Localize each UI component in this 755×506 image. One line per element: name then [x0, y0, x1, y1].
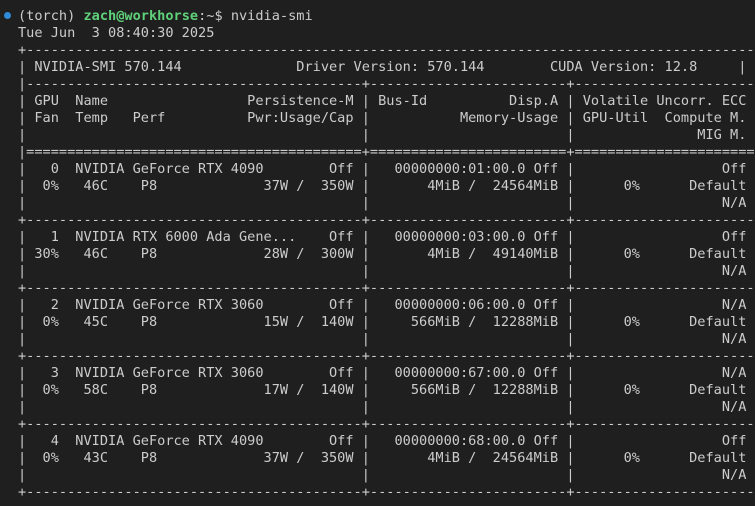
- gpu-1-line-3: | | | N/A |: [18, 263, 755, 279]
- gpu-3-line-1: | 3 NVIDIA GeForce RTX 3060 Off | 000000…: [18, 365, 755, 381]
- prompt-line: (torch) zach@workhorse:~$ nvidia-smi: [18, 8, 313, 25]
- gpu-2-line-2: | 0% 45C P8 15W / 140W | 566MiB / 12288M…: [18, 314, 755, 330]
- gpu-2-line-1: | 2 NVIDIA GeForce RTX 3060 Off | 000000…: [18, 297, 755, 313]
- smi-column-header-1: | GPU Name Persistence-M | Bus-Id Disp.A…: [18, 93, 755, 109]
- gpu-0-line-3: | | | N/A |: [18, 195, 755, 211]
- smi-border-top: +---------------------------------------…: [18, 42, 755, 58]
- gpu-4-line-1: | 4 NVIDIA GeForce RTX 4090 Off | 000000…: [18, 433, 755, 449]
- prompt-symbol: $: [214, 8, 231, 24]
- command-text: nvidia-smi: [230, 8, 313, 24]
- gpu-4-line-2: | 0% 43C P8 37W / 350W | 4MiB / 24564MiB…: [18, 450, 755, 466]
- user-host: zach@workhorse: [83, 8, 199, 24]
- prompt-status-dot-icon: [4, 12, 11, 19]
- conda-env: (torch): [18, 8, 84, 24]
- smi-double-divider: |=======================================…: [18, 144, 755, 160]
- smi-divider: |---------------------------------------…: [18, 76, 755, 92]
- gpu-4-line-3: | | | N/A |: [18, 467, 755, 483]
- smi-header: | NVIDIA-SMI 570.144 Driver Version: 570…: [18, 59, 747, 75]
- smi-border-bottom: +---------------------------------------…: [18, 484, 755, 500]
- prompt-path: :~: [198, 8, 215, 24]
- gpu-3-line-2: | 0% 58C P8 17W / 140W | 566MiB / 12288M…: [18, 382, 755, 398]
- gpu-2-line-3: | | | N/A |: [18, 331, 755, 347]
- gpu-3-line-3: | | | N/A |: [18, 399, 755, 415]
- smi-column-header-3: | | | MIG M. |: [18, 127, 755, 143]
- gpu-1-line-2: | 30% 46C P8 28W / 300W | 4MiB / 49140Mi…: [18, 246, 755, 262]
- gpu-0-separator: +---------------------------------------…: [18, 212, 755, 228]
- date-output: Tue Jun 3 08:40:30 2025: [18, 25, 215, 41]
- gpu-0-line-1: | 0 NVIDIA GeForce RTX 4090 Off | 000000…: [18, 161, 755, 177]
- gpu-2-separator: +---------------------------------------…: [18, 348, 755, 364]
- gpu-1-line-1: | 1 NVIDIA RTX 6000 Ada Gene... Off | 00…: [18, 229, 755, 245]
- terminal-window[interactable]: (torch) zach@workhorse:~$ nvidia-smi Tue…: [0, 0, 755, 506]
- smi-column-header-2: | Fan Temp Perf Pwr:Usage/Cap | Memory-U…: [18, 110, 755, 126]
- gpu-0-line-2: | 0% 46C P8 37W / 350W | 4MiB / 24564MiB…: [18, 178, 755, 194]
- gpu-3-separator: +---------------------------------------…: [18, 416, 755, 432]
- gpu-1-separator: +---------------------------------------…: [18, 280, 755, 296]
